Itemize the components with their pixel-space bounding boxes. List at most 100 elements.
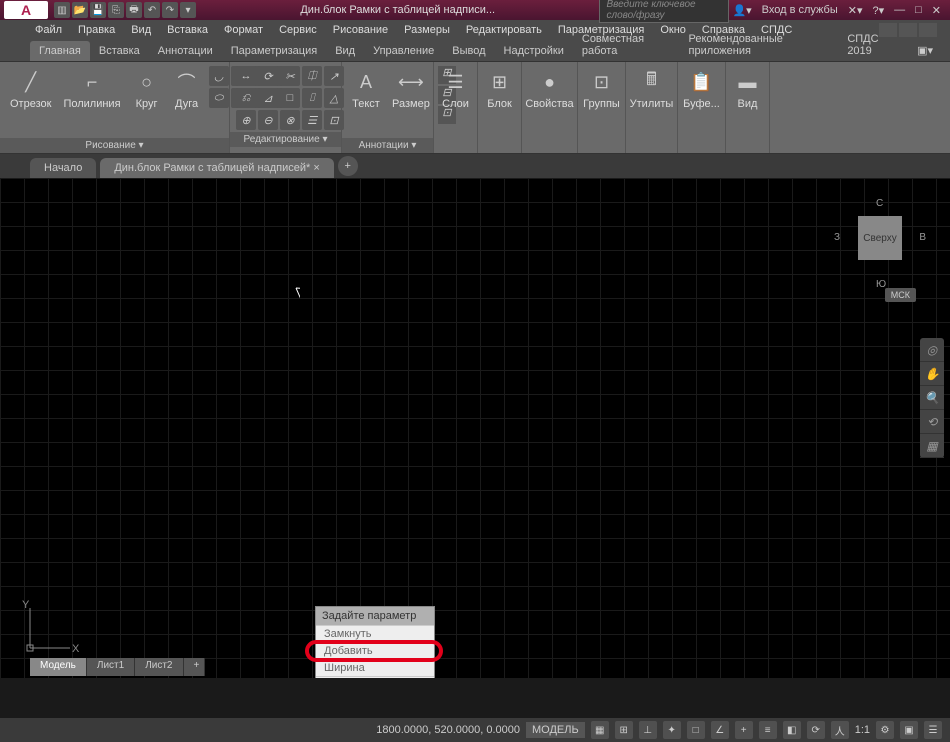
viewcube[interactable]: С Ю В З Сверху xyxy=(840,198,920,278)
mode-badge[interactable]: МОДЕЛЬ xyxy=(526,722,585,738)
menu-file[interactable]: Файл xyxy=(28,22,69,38)
svg-text:Y: Y xyxy=(22,599,30,611)
coord-system-badge[interactable]: МСК xyxy=(885,288,916,302)
otrack-toggle-icon[interactable]: ∠ xyxy=(711,721,729,739)
viewcube-west[interactable]: З xyxy=(834,232,840,243)
layout-add-button[interactable]: + xyxy=(184,658,205,676)
panel-annot-label[interactable]: Аннотации ▾ xyxy=(342,138,433,153)
qat-save-icon[interactable]: 💾 xyxy=(90,2,106,18)
grid-toggle-icon[interactable]: ▦ xyxy=(591,721,609,739)
nav-wheel-icon[interactable]: ◎ xyxy=(920,338,944,362)
menu-item-close[interactable]: Замкнуть xyxy=(316,625,434,642)
cycle-toggle-icon[interactable]: ⟳ xyxy=(807,721,825,739)
qat-saveas-icon[interactable]: ⎘ xyxy=(108,2,124,18)
search-input[interactable]: Введите ключевое слово/фразу xyxy=(599,0,729,23)
menu-item-add[interactable]: Добавить xyxy=(316,642,434,659)
qat-redo-icon[interactable]: ↷ xyxy=(162,2,178,18)
polyline-button[interactable]: ⌐Полилиния xyxy=(59,66,124,136)
ribtab-featured[interactable]: Рекомендованные приложения xyxy=(680,29,839,61)
util-button[interactable]: 🖩Утилиты xyxy=(632,66,671,112)
circle-button[interactable]: ○Круг xyxy=(129,66,165,136)
scale-readout[interactable]: 1:1 xyxy=(855,724,870,736)
ribtab-manage[interactable]: Управление xyxy=(364,41,443,61)
drawing-canvas[interactable]: С Ю В З Сверху МСК ◎ ✋ 🔍 ⟲ ▦ Задайте пар… xyxy=(0,178,950,678)
ribtab-addins[interactable]: Надстройки xyxy=(495,41,573,61)
svg-text:X: X xyxy=(72,643,80,655)
menu-draw[interactable]: Рисование xyxy=(326,22,395,38)
ribtab-collab[interactable]: Совместная работа xyxy=(573,29,680,61)
menu-item-width[interactable]: Ширина xyxy=(316,659,434,676)
layers-button[interactable]: ☰Слои xyxy=(440,66,471,112)
tab-active-doc[interactable]: Дин.блок Рамки с таблицей надписей* × xyxy=(100,158,333,178)
exchange-icon[interactable]: ✕▾ xyxy=(845,4,866,17)
ribtab-spds[interactable]: СПДС 2019 xyxy=(838,29,908,61)
arc-button[interactable]: ⌒Дуга xyxy=(169,66,205,136)
dim-button[interactable]: ⟷Размер xyxy=(388,66,434,136)
menu-format[interactable]: Формат xyxy=(217,22,270,38)
qat-more-icon[interactable]: ▾ xyxy=(180,2,196,18)
trans-toggle-icon[interactable]: ◧ xyxy=(783,721,801,739)
viewcube-north[interactable]: С xyxy=(876,198,883,209)
menu-edit[interactable]: Правка xyxy=(71,22,122,38)
layout-sheet2[interactable]: Лист2 xyxy=(135,658,183,676)
coords-readout[interactable]: 1800.0000, 520.0000, 0.0000 xyxy=(376,724,520,736)
nav-show-icon[interactable]: ▦ xyxy=(920,434,944,458)
app-logo: A xyxy=(4,1,48,19)
user-icon[interactable]: 👤▾ xyxy=(729,4,754,17)
new-tab-button[interactable]: + xyxy=(338,156,358,176)
nav-orbit-icon[interactable]: ⟲ xyxy=(920,410,944,434)
qat-open-icon[interactable]: 📂 xyxy=(72,2,88,18)
menu-service[interactable]: Сервис xyxy=(272,22,324,38)
layout-sheet1[interactable]: Лист1 xyxy=(87,658,135,676)
panel-edit-label[interactable]: Редактирование ▾ xyxy=(230,132,341,147)
ribtab-view[interactable]: Вид xyxy=(326,41,364,61)
ribbon-collapse-icon[interactable]: ▣▾ xyxy=(908,40,942,61)
ortho-toggle-icon[interactable]: ⊥ xyxy=(639,721,657,739)
anno-toggle-icon[interactable]: 人 xyxy=(831,721,849,739)
viewcube-face[interactable]: Сверху xyxy=(858,216,902,260)
gear-icon[interactable]: ⚙ xyxy=(876,721,894,739)
clip-button[interactable]: 📋Буфе... xyxy=(684,66,719,112)
menu-modify[interactable]: Редактировать xyxy=(459,22,549,38)
text-button[interactable]: AТекст xyxy=(348,66,384,136)
dyn-toggle-icon[interactable]: + xyxy=(735,721,753,739)
props-button[interactable]: ●Свойства xyxy=(528,66,571,112)
iso-icon[interactable]: ▣ xyxy=(900,721,918,739)
qat-plot-icon[interactable]: 🖶 xyxy=(126,2,142,18)
menu-dim[interactable]: Размеры xyxy=(397,22,457,38)
maximize-icon[interactable]: □ xyxy=(912,4,925,16)
viewcube-east[interactable]: В xyxy=(919,232,926,243)
minimize-icon[interactable]: — xyxy=(891,4,908,16)
ribtab-param[interactable]: Параметризация xyxy=(222,41,326,61)
panel-draw-label[interactable]: Рисование ▾ xyxy=(0,138,229,153)
groups-button[interactable]: ⊡Группы xyxy=(584,66,619,112)
tab-start[interactable]: Начало xyxy=(30,158,96,178)
tab-close-icon[interactable]: × xyxy=(313,162,319,174)
snap-toggle-icon[interactable]: ⊞ xyxy=(615,721,633,739)
qat-undo-icon[interactable]: ↶ xyxy=(144,2,160,18)
doc-close-icon[interactable] xyxy=(919,23,937,37)
menu-view[interactable]: Вид xyxy=(124,22,158,38)
clean-icon[interactable]: ☰ xyxy=(924,721,942,739)
menu-item-vertex[interactable]: Вершина xyxy=(316,676,434,678)
close-icon[interactable]: ✕ xyxy=(929,4,944,17)
drawing-geometry xyxy=(0,178,300,328)
ribtab-annot[interactable]: Аннотации xyxy=(149,41,222,61)
menu-insert[interactable]: Вставка xyxy=(160,22,215,38)
groups-icon: ⊡ xyxy=(588,68,616,96)
view-button[interactable]: ▬Вид xyxy=(732,66,763,112)
polar-toggle-icon[interactable]: ✦ xyxy=(663,721,681,739)
nav-zoom-icon[interactable]: 🔍 xyxy=(920,386,944,410)
layout-model[interactable]: Модель xyxy=(30,658,87,676)
nav-pan-icon[interactable]: ✋ xyxy=(920,362,944,386)
block-button[interactable]: ⊞Блок xyxy=(484,66,515,112)
ribtab-output[interactable]: Вывод xyxy=(443,41,494,61)
line-button[interactable]: ╱Отрезок xyxy=(6,66,55,136)
ribtab-insert[interactable]: Вставка xyxy=(90,41,149,61)
ribtab-home[interactable]: Главная xyxy=(30,41,90,61)
help-icon[interactable]: ?▾ xyxy=(869,4,887,17)
lwt-toggle-icon[interactable]: ≡ xyxy=(759,721,777,739)
login-link[interactable]: Вход в службы xyxy=(759,4,841,16)
osnap-toggle-icon[interactable]: □ xyxy=(687,721,705,739)
qat-new-icon[interactable]: ▥ xyxy=(54,2,70,18)
